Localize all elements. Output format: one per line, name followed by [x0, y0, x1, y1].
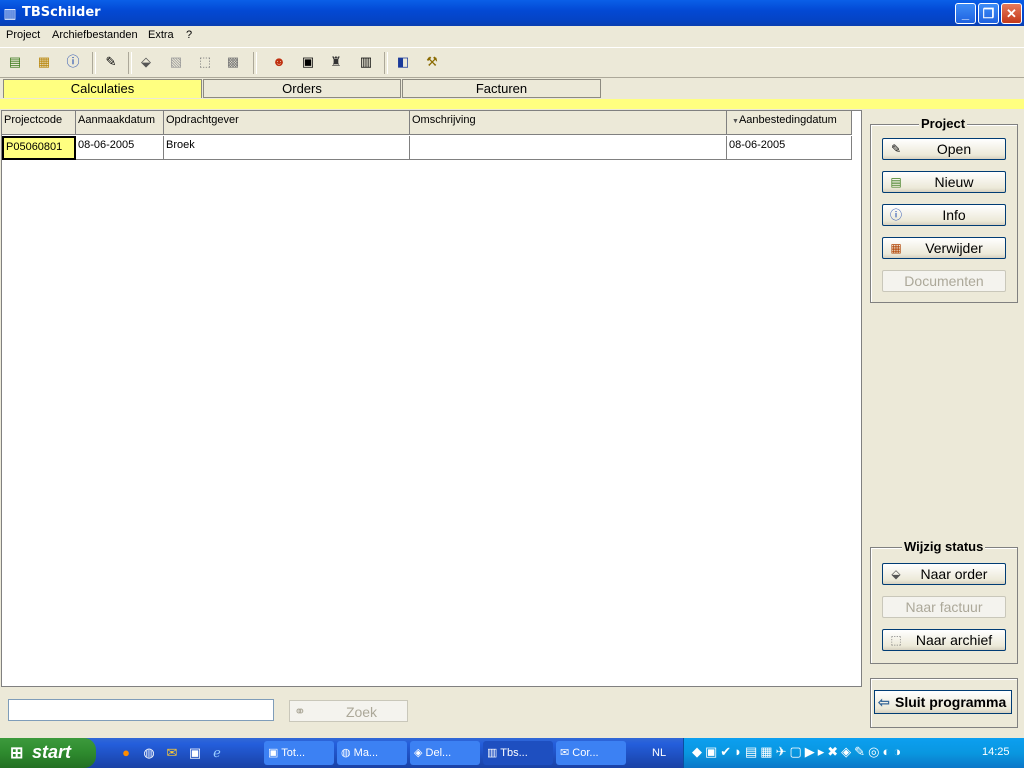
- delete-button[interactable]: ▦ Verwijder: [882, 237, 1006, 259]
- info-button[interactable]: ⓘ Info: [882, 204, 1006, 226]
- search-button[interactable]: ⚭ Zoek: [289, 700, 408, 722]
- tab-highlight-strip: [0, 99, 1024, 109]
- open-button[interactable]: ✎ Open: [882, 138, 1006, 160]
- taskbar-item-cor[interactable]: ✉ Cor...: [556, 741, 626, 765]
- column-header-aanmaakdatum[interactable]: Aanmaakdatum: [76, 111, 164, 135]
- tab-orders[interactable]: Orders: [203, 79, 401, 98]
- open-project-icon[interactable]: ▦: [35, 53, 53, 71]
- archive-icon: ⬚: [890, 633, 902, 647]
- start-button[interactable]: ⊞ start: [0, 738, 96, 768]
- order-icon: ⬙: [891, 567, 901, 581]
- tab-calculaties[interactable]: Calculaties: [3, 79, 202, 98]
- book-icon[interactable]: ▥: [357, 53, 375, 71]
- tab-facturen[interactable]: Facturen: [402, 79, 601, 98]
- close-program-button[interactable]: ⇦ Sluit programma: [874, 690, 1012, 714]
- column-header-aanbestedingdatum[interactable]: ▼Aanbestedingdatum: [727, 111, 852, 135]
- menu-help[interactable]: ?: [186, 29, 192, 41]
- menu-archiefbestanden[interactable]: Archiefbestanden: [52, 29, 138, 41]
- new-project-icon[interactable]: ▤: [6, 53, 24, 71]
- order-icon[interactable]: ⬙: [137, 53, 155, 71]
- table-cell-aanbestedingdatum[interactable]: 08-06-2005: [727, 136, 852, 160]
- menu-bar: Project Archiefbestanden Extra ?: [0, 26, 1024, 46]
- paint-icon[interactable]: ♜: [327, 53, 345, 71]
- column-header-omschrijving[interactable]: Omschrijving: [410, 111, 727, 135]
- open-icon: ✎: [890, 142, 902, 156]
- exit-door-icon: ⇦: [878, 694, 890, 710]
- manual-icon[interactable]: ◧: [394, 53, 412, 71]
- clock: 14:25: [982, 746, 1010, 758]
- documents-icon[interactable]: ▩: [224, 53, 242, 71]
- binoculars-icon: ⚭: [294, 703, 306, 719]
- settings-icon[interactable]: ⚒: [423, 53, 441, 71]
- delete-icon: ▦: [890, 241, 902, 255]
- employees-icon[interactable]: ▣: [299, 53, 317, 71]
- info-icon[interactable]: ⓘ: [64, 53, 82, 71]
- ie-icon[interactable]: ℯ: [208, 744, 226, 762]
- menu-extra[interactable]: Extra: [148, 29, 174, 41]
- to-archive-button[interactable]: ⬚ Naar archief: [882, 629, 1006, 651]
- system-tray: ◆▣✔◗▤▦✈▢▶▸✖◈✎◎◐◑ 14:25: [683, 738, 1024, 768]
- search-input[interactable]: [8, 699, 274, 721]
- status-group-title: Wijzig status: [902, 539, 986, 554]
- toolbar: ▤ ▦ ⓘ ✎ ⬙ ▧ ⬚ ▩ ☻ ▣ ♜ ▥ ◧ ⚒: [0, 47, 1024, 78]
- sort-arrow-icon: ▼: [732, 118, 739, 125]
- to-order-button[interactable]: ⬙ Naar order: [882, 563, 1006, 585]
- info-icon: ⓘ: [889, 208, 902, 222]
- taskbar-item-ma[interactable]: ◍ Ma...: [337, 741, 407, 765]
- notepad-icon[interactable]: ✉: [163, 744, 181, 762]
- documents-button[interactable]: Documenten: [882, 270, 1006, 292]
- column-header-aanbestedingdatum-label: Aanbestedingdatum: [738, 114, 837, 126]
- invoice-icon[interactable]: ▧: [167, 53, 185, 71]
- tray-icons[interactable]: ◆▣✔◗▤▦✈▢▶▸✖◈✎◎◐◑: [692, 744, 904, 760]
- table-cell-projectcode[interactable]: P05060801: [2, 136, 76, 160]
- new-project-icon: ▤: [890, 175, 902, 189]
- column-header-opdrachtgever[interactable]: Opdrachtgever: [164, 111, 410, 135]
- table-cell-opdrachtgever[interactable]: Broek: [164, 136, 410, 160]
- title-bar[interactable]: ▥ TBSchilder _ ❐ ✕: [0, 0, 1024, 26]
- save-icon[interactable]: ▣: [186, 744, 204, 762]
- clients-icon[interactable]: ☻: [270, 53, 288, 71]
- email-icon[interactable]: ◍: [140, 744, 158, 762]
- maximize-button[interactable]: ❐: [978, 3, 999, 24]
- toolbar-separator: [128, 52, 132, 74]
- minimize-button[interactable]: _: [955, 3, 976, 24]
- language-indicator[interactable]: NL: [652, 747, 666, 759]
- toolbar-separator: [253, 52, 257, 74]
- firefox-icon[interactable]: ●: [117, 744, 135, 762]
- project-group-title: Project: [919, 116, 968, 131]
- toolbar-separator: [384, 52, 388, 74]
- window-title: TBSchilder: [22, 5, 101, 20]
- windows-logo-icon: ⊞: [10, 745, 24, 762]
- menu-project[interactable]: Project: [6, 29, 40, 41]
- to-invoice-button[interactable]: Naar factuur: [882, 596, 1006, 618]
- table-cell-aanmaakdatum[interactable]: 08-06-2005: [76, 136, 164, 160]
- archive-icon[interactable]: ⬚: [196, 53, 214, 71]
- close-window-button[interactable]: ✕: [1001, 3, 1022, 24]
- taskbar-item-tbs[interactable]: ▥ Tbs...: [483, 741, 553, 765]
- project-grid[interactable]: [1, 110, 862, 687]
- taskbar-item-del[interactable]: ◈ Del...: [410, 741, 480, 765]
- table-cell-omschrijving[interactable]: [410, 136, 727, 160]
- toolbar-separator: [92, 52, 96, 74]
- edit-icon[interactable]: ✎: [102, 53, 120, 71]
- taskbar-item-tot[interactable]: ▣ Tot...: [264, 741, 334, 765]
- tbschilder-app-icon[interactable]: ▥: [3, 5, 17, 21]
- column-header-projectcode[interactable]: Projectcode: [2, 111, 76, 135]
- new-button[interactable]: ▤ Nieuw: [882, 171, 1006, 193]
